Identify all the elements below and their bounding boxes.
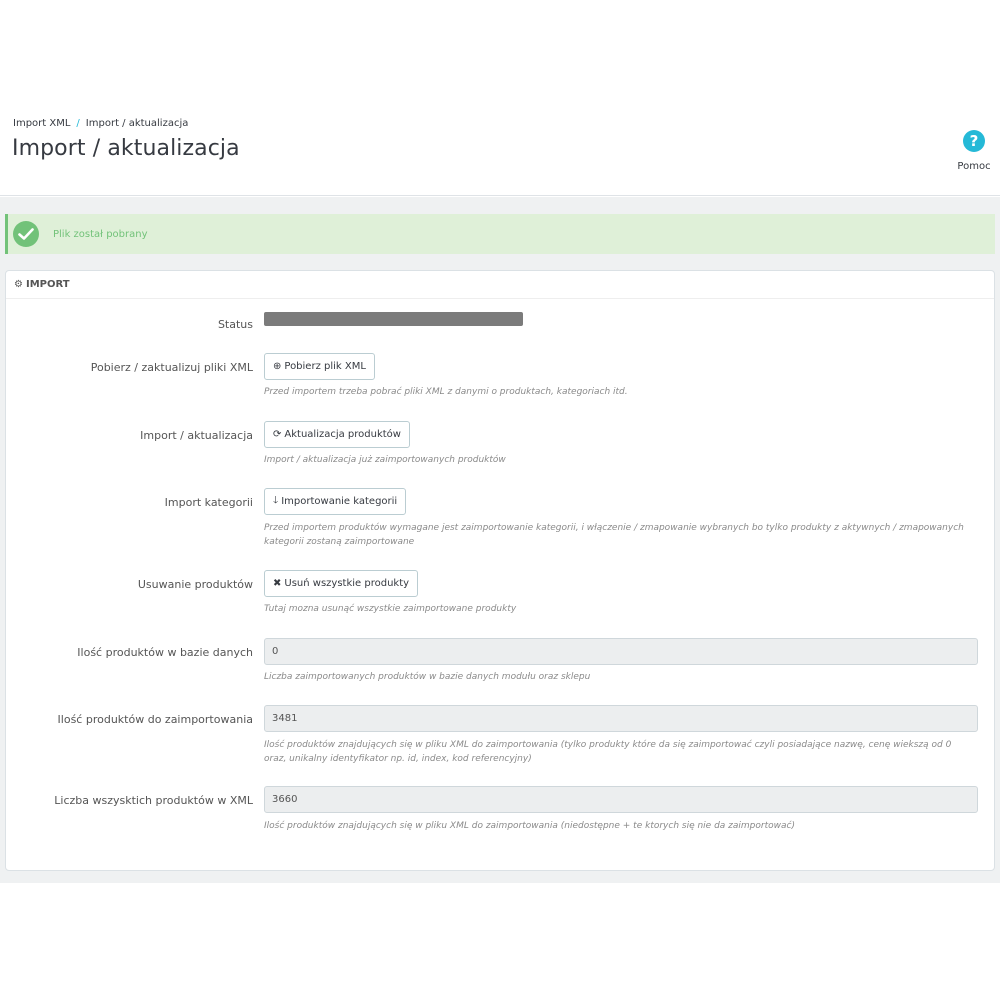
to-import-field[interactable]: 3481 — [264, 705, 978, 732]
xml-total-value: 3660 — [272, 794, 298, 805]
status-progress-bar — [264, 312, 523, 326]
update-label: Import / aktualizacja — [140, 429, 253, 442]
import-categories-button[interactable]: 🡓 Importowanie kategorii — [264, 488, 407, 515]
alert-message: Plik został pobrany — [53, 229, 148, 240]
check-circle-icon — [13, 221, 39, 247]
categories-help-text: Przed importem produktów wymagane jest z… — [264, 523, 964, 547]
panel-heading: ⚙ IMPORT — [6, 271, 994, 299]
to-import-label: Ilość produktów do zaimportowania — [57, 713, 253, 726]
breadcrumb: Import XML / Import / aktualizacja — [13, 118, 188, 129]
categories-label: Import kategorii — [164, 496, 253, 509]
db-count-field[interactable]: 0 — [264, 638, 978, 665]
xml-total-help-text: Ilość produktów znajdujących się w pliku… — [264, 821, 795, 831]
help-label: Pomoc — [957, 161, 991, 172]
help-button[interactable]: ? Pomoc — [954, 130, 994, 172]
to-import-value: 3481 — [272, 713, 298, 724]
xml-total-label: Liczba wszysktich produktów w XML — [54, 794, 253, 807]
breadcrumb-separator: / — [76, 118, 80, 129]
success-alert: Plik został pobrany — [5, 214, 995, 254]
db-count-value: 0 — [272, 646, 279, 657]
panel-heading-label: IMPORT — [25, 279, 70, 290]
breadcrumb-item-current[interactable]: Import / aktualizacja — [86, 118, 189, 129]
main-content: Plik został pobrany ⚙ IMPORT Status Pobi… — [0, 197, 1000, 883]
to-import-help-text: Ilość produktów znajdujących się w pliku… — [264, 740, 952, 764]
db-count-help-text: Liczba zaimportowanych produktów w bazie… — [264, 672, 591, 682]
breadcrumb-item-import-xml[interactable]: Import XML — [13, 118, 70, 129]
question-circle-icon: ? — [963, 130, 985, 152]
page-header: Import XML / Import / aktualizacja Import … — [0, 0, 1000, 196]
update-products-button-label: Aktualizacja produktów — [284, 429, 401, 440]
download-xml-button[interactable]: ⊕ Pobierz plik XML — [264, 353, 375, 380]
xml-total-field[interactable]: 3660 — [264, 786, 978, 813]
import-categories-button-label: Importowanie kategorii — [281, 496, 398, 507]
status-label: Status — [217, 318, 253, 331]
download-xml-button-label: Pobierz plik XML — [284, 361, 366, 372]
download-label: Pobierz / zaktualizuj pliki XML — [90, 361, 253, 374]
times-icon: ✖ — [273, 578, 282, 589]
download-help-text: Przed importem trzeba pobrać pliki XML z… — [264, 387, 628, 397]
download-circle-icon: ⊕ — [273, 361, 282, 372]
import-panel: ⚙ IMPORT Status Pobierz / zaktualizuj pl… — [5, 270, 995, 871]
arrow-down-icon: 🡓 — [273, 495, 279, 506]
db-count-label: Ilość produktów w bazie danych — [77, 646, 253, 659]
delete-all-products-button[interactable]: ✖ Usuń wszystkie produkty — [264, 570, 419, 597]
page-title: Import / aktualizacja — [12, 136, 240, 161]
delete-all-products-button-label: Usuń wszystkie produkty — [284, 578, 410, 589]
cogs-icon: ⚙ — [14, 279, 23, 290]
delete-label: Usuwanie produktów — [137, 578, 253, 591]
update-products-button[interactable]: ⟳ Aktualizacja produktów — [264, 421, 410, 448]
delete-help-text: Tutaj mozna usunąć wszystkie zaimportowa… — [264, 604, 517, 614]
update-help-text: Import / aktualizacja już zaimportowanyc… — [264, 455, 506, 465]
refresh-icon: ⟳ — [273, 429, 282, 440]
